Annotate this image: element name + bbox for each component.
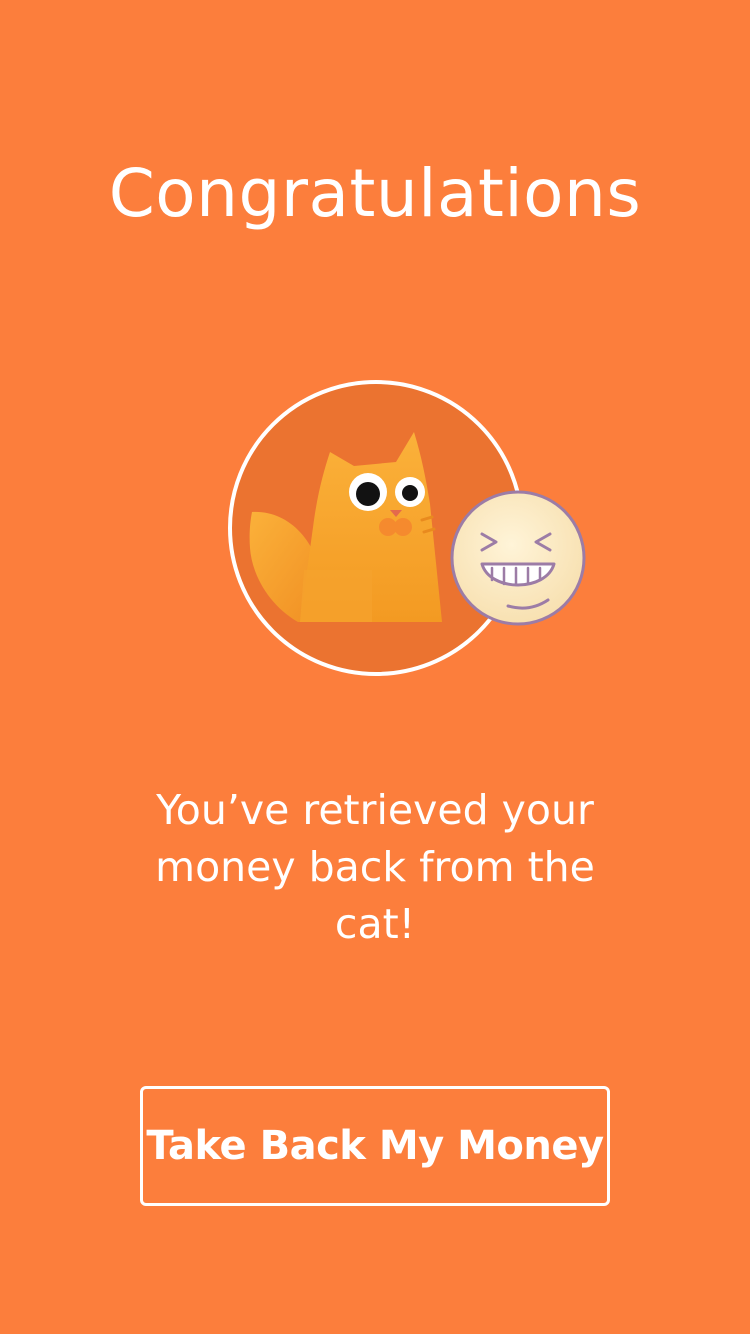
laughing-face-icon [450,490,586,626]
take-back-money-button[interactable]: Take Back My Money [140,1086,610,1206]
take-back-money-button-label: Take Back My Money [146,1123,604,1169]
congratulations-screen: Congratulations You’ve retrieved your mo… [0,0,750,1334]
cat-illustration [200,370,600,690]
page-title: Congratulations [108,155,642,232]
success-message: You’ve retrieved your money back from th… [155,786,595,948]
